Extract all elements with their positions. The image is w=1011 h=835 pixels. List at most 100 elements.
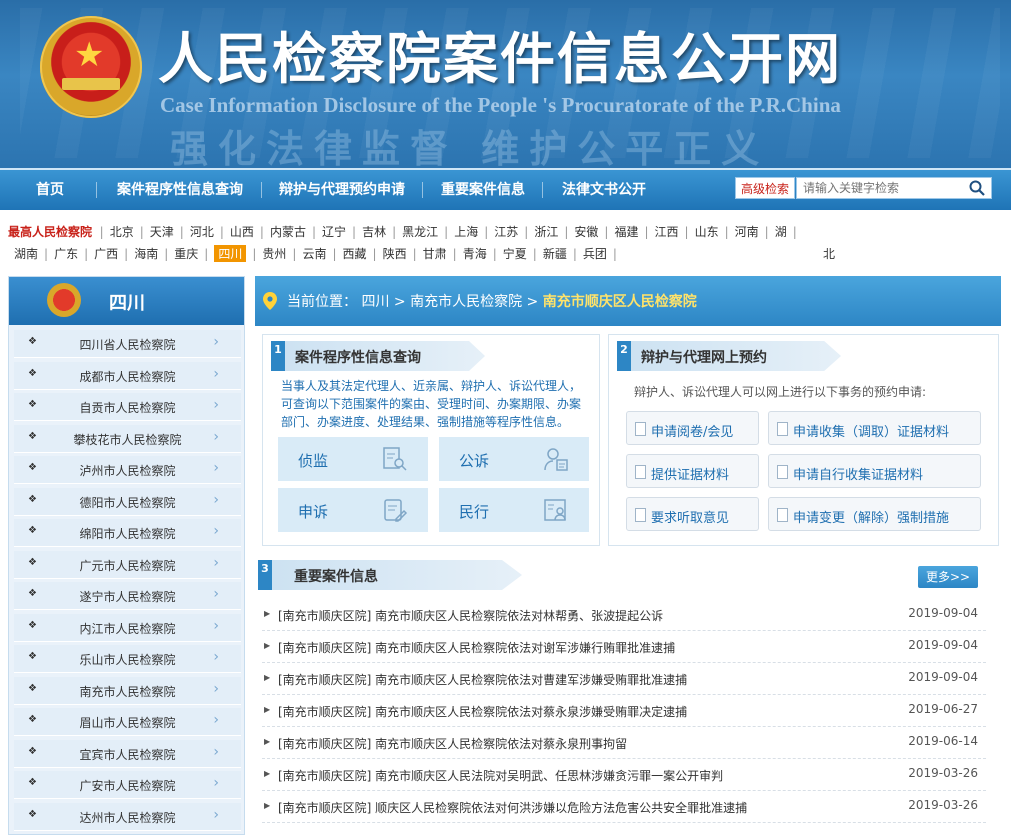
- sidebar-item[interactable]: ❖ 绵阳市人民检察院 ›: [14, 519, 241, 547]
- sidebar-item[interactable]: ❖ 南充市人民检察院 ›: [14, 676, 241, 705]
- case-title[interactable]: [南充市顺庆区院] 南充市顺庆区人民检察院依法对林帮勇、张波提起公诉: [278, 607, 663, 624]
- tile-public-prosecution[interactable]: 公诉: [439, 437, 589, 481]
- request-hearing-button[interactable]: 要求听取意见: [626, 497, 759, 531]
- province-link[interactable]: 重庆: [168, 245, 204, 262]
- province-link[interactable]: 广东: [48, 245, 84, 262]
- province-link[interactable]: 天津: [144, 223, 180, 240]
- provide-evidence-button[interactable]: 提供证据材料: [626, 454, 759, 488]
- sidebar-item[interactable]: ❖ 广安市人民检察院 ›: [14, 771, 241, 799]
- province-link[interactable]: 湖: [769, 223, 793, 240]
- province-link[interactable]: 河南: [729, 223, 765, 240]
- sidebar-item[interactable]: ❖ 泸州市人民检察院 ›: [14, 456, 241, 484]
- province-link[interactable]: 河北: [184, 223, 220, 240]
- apply-self-collect-evidence-button[interactable]: 申请自行收集证据材料: [768, 454, 981, 488]
- case-title[interactable]: [南充市顺庆区院] 顺庆区人民检察院依法对何洪涉嫌以危险方法危害公共安全罪批准逮…: [278, 799, 747, 816]
- apply-change-coercive-measures-button[interactable]: 申请变更（解除）强制措施: [768, 497, 981, 531]
- breadcrumb-province[interactable]: 四川: [361, 294, 389, 310]
- tile-investigation-supervision[interactable]: 侦监: [278, 437, 428, 481]
- chevron-right-icon: ›: [213, 334, 219, 350]
- province-link[interactable]: 甘肃: [417, 245, 453, 262]
- nav-case-query[interactable]: 案件程序性信息查询: [117, 170, 243, 210]
- case-title[interactable]: [南充市顺庆区院] 南充市顺庆区人民检察院依法对蔡永泉刑事拘留: [278, 735, 627, 752]
- province-link[interactable]: 吉林: [356, 223, 392, 240]
- province-link[interactable]: 辽宁: [316, 223, 352, 240]
- province-link[interactable]: 广西: [88, 245, 124, 262]
- province-link[interactable]: 安徽: [568, 223, 604, 240]
- sidebar-item[interactable]: ❖ 乐山市人民检察院 ›: [14, 645, 241, 673]
- breadcrumb-city[interactable]: 南充市人民检察院: [410, 294, 522, 310]
- province-link[interactable]: 内蒙古: [264, 223, 312, 240]
- procuratorate-sidebar: 四川 ❖ 四川省人民检察院 › ❖ 成都市人民检察院 › ❖ 自贡市人民检察院 › ❖ 攀枝花市人民…: [8, 276, 245, 835]
- nav-important-cases[interactable]: 重要案件信息: [441, 170, 525, 210]
- province-link[interactable]: 海南: [128, 245, 164, 262]
- tile-appeal[interactable]: 申诉: [278, 488, 428, 532]
- case-title[interactable]: [南充市顺庆区院] 南充市顺庆区人民法院对吴明武、任思林涉嫌贪污罪一案公开审判: [278, 767, 723, 784]
- sidebar-item-label: 眉山市人民检察院: [79, 716, 176, 730]
- nav-defense-appointment[interactable]: 辩护与代理预约申请: [279, 170, 405, 210]
- location-pin-icon: [263, 292, 277, 310]
- sidebar-item[interactable]: ❖ 攀枝花市人民检察院 ›: [14, 424, 241, 453]
- document-icon: [635, 422, 646, 436]
- case-title[interactable]: [南充市顺庆区院] 南充市顺庆区人民检察院依法对蔡永泉涉嫌受贿罪决定逮捕: [278, 703, 687, 720]
- apply-read-files-meeting-button[interactable]: 申请阅卷/会见: [626, 411, 759, 445]
- more-cases-link[interactable]: 更多>>: [918, 566, 978, 588]
- tile-label: 民行: [459, 503, 490, 521]
- sidebar-item[interactable]: ❖ 眉山市人民检察院 ›: [14, 708, 241, 736]
- province-link[interactable]: 北京: [104, 223, 140, 240]
- province-link[interactable]: 西藏: [337, 245, 373, 262]
- chevron-right-icon: ›: [213, 806, 219, 823]
- case-list-item[interactable]: ▶ [南充市顺庆区院] 南充市顺庆区人民法院对吴明武、任思林涉嫌贪污罪一案公开审判…: [262, 759, 986, 791]
- province-link[interactable]: 江苏: [488, 223, 524, 240]
- province-link[interactable]: 湖南: [8, 245, 44, 262]
- sidebar-item[interactable]: ❖ 成都市人民检察院 ›: [14, 361, 241, 390]
- sidebar-item[interactable]: ❖ 宜宾市人民检察院 ›: [14, 739, 241, 768]
- apply-collect-evidence-button[interactable]: 申请收集（调取）证据材料: [768, 411, 981, 445]
- tile-civil-administrative[interactable]: 民行: [439, 488, 589, 532]
- province-link[interactable]: 四川: [214, 245, 247, 262]
- section-number: 1: [271, 341, 285, 371]
- case-list-item[interactable]: ▶ [南充市顺庆区院] 南充市顺庆区人民检察院依法对林帮勇、张波提起公诉 2019-…: [262, 599, 986, 631]
- province-link[interactable]: 浙江: [528, 223, 564, 240]
- province-link[interactable]: 新疆: [537, 245, 573, 262]
- nav-divider: [542, 182, 543, 198]
- case-list-item[interactable]: ▶ [南充市顺庆区院] 南充市顺庆区人民检察院依法对谢军涉嫌行贿罪批准逮捕 2019…: [262, 631, 986, 663]
- sidebar-item[interactable]: ❖ 四川省人民检察院 ›: [14, 330, 241, 358]
- sidebar-header: 四川: [9, 277, 244, 325]
- province-link-supreme[interactable]: 最高人民检察院: [8, 223, 92, 240]
- case-list-item[interactable]: ▶ [南充市顺庆区院] 顺庆区人民检察院依法对何洪涉嫌以危险方法危害公共安全罪批准…: [262, 791, 986, 823]
- search-icon[interactable]: [969, 180, 985, 196]
- case-list-item[interactable]: ▶ [南充市顺庆区院] 南充市顺庆区人民检察院依法对曹建军涉嫌受贿罪批准逮捕 201…: [262, 663, 986, 695]
- province-link[interactable]: 宁夏: [497, 245, 533, 262]
- province-link-continued[interactable]: 北: [817, 245, 841, 262]
- nav-home[interactable]: 首页: [36, 170, 64, 210]
- document-search-icon: [383, 447, 407, 471]
- sidebar-item[interactable]: ❖ 自贡市人民检察院 ›: [14, 393, 241, 421]
- sidebar-item[interactable]: ❖ 内江市人民检察院 ›: [14, 613, 241, 642]
- button-label: 申请变更（解除）强制措施: [793, 511, 950, 526]
- province-link[interactable]: 山东: [689, 223, 725, 240]
- sidebar-item-label: 乐山市人民检察院: [79, 653, 176, 667]
- province-link[interactable]: 陕西: [377, 245, 413, 262]
- province-link[interactable]: 江西: [649, 223, 685, 240]
- triangle-bullet-icon: ▶: [264, 769, 271, 778]
- province-link[interactable]: 贵州: [256, 245, 292, 262]
- case-title[interactable]: [南充市顺庆区院] 南充市顺庆区人民检察院依法对曹建军涉嫌受贿罪批准逮捕: [278, 671, 687, 688]
- province-link[interactable]: 山西: [224, 223, 260, 240]
- province-link[interactable]: 云南: [296, 245, 332, 262]
- advanced-search-button[interactable]: 高级检索: [735, 177, 795, 199]
- emblem-band: [62, 78, 120, 90]
- nav-legal-documents[interactable]: 法律文书公开: [562, 170, 646, 210]
- province-link[interactable]: 福建: [608, 223, 644, 240]
- case-title[interactable]: [南充市顺庆区院] 南充市顺庆区人民检察院依法对谢军涉嫌行贿罪批准逮捕: [278, 639, 675, 656]
- province-link[interactable]: 青海: [457, 245, 493, 262]
- sidebar-item[interactable]: ❖ 达州市人民检察院 ›: [14, 802, 241, 831]
- sidebar-item[interactable]: ❖ 德阳市人民检察院 ›: [14, 487, 241, 516]
- search-input[interactable]: [797, 178, 957, 198]
- province-link[interactable]: 上海: [448, 223, 484, 240]
- case-list-item[interactable]: ▶ [南充市顺庆区院] 南充市顺庆区人民检察院依法对蔡永泉涉嫌受贿罪决定逮捕 201…: [262, 695, 986, 727]
- case-list-item[interactable]: ▶ [南充市顺庆区院] 南充市顺庆区人民检察院依法对蔡永泉刑事拘留 2019-06-…: [262, 727, 986, 759]
- province-link[interactable]: 兵团: [577, 245, 613, 262]
- province-link[interactable]: 黑龙江: [396, 223, 444, 240]
- sidebar-item[interactable]: ❖ 广元市人民检察院 ›: [14, 550, 241, 579]
- sidebar-item[interactable]: ❖ 遂宁市人民检察院 ›: [14, 582, 241, 610]
